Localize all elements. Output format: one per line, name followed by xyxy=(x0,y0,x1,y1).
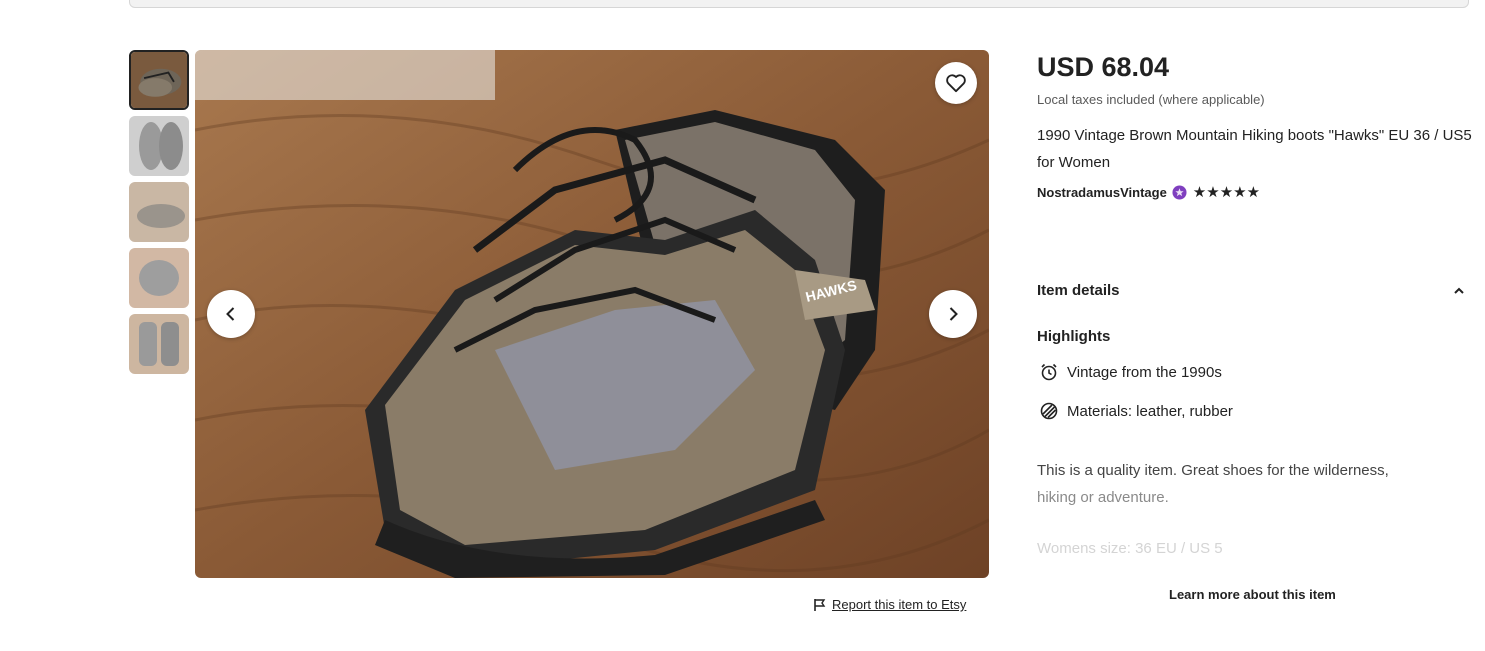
item-details-toggle[interactable]: Item details xyxy=(1037,282,1465,299)
description-line-2: hiking or adventure. xyxy=(1037,489,1169,506)
top-bar xyxy=(129,0,1469,8)
hiking-boots-photo: HAWKS xyxy=(195,50,989,578)
chevron-right-icon xyxy=(949,307,958,321)
chevron-up-icon xyxy=(1454,287,1464,294)
alarm-clock-icon xyxy=(1041,363,1057,381)
materials-icon xyxy=(1040,402,1058,420)
heart-icon xyxy=(946,74,966,93)
size-text: Womens size: 36 EU / US 5 xyxy=(1037,540,1223,557)
item-details-header: Item details xyxy=(1037,282,1120,299)
price: USD 68.04 xyxy=(1037,52,1170,82)
listing-title: 1990 Vintage Brown Mountain Hiking boots… xyxy=(1037,127,1472,171)
star-seller-badge-icon xyxy=(1172,184,1187,200)
rating-stars: ★★★★★ xyxy=(1192,184,1261,201)
highlight-materials-text: Materials: leather, rubber xyxy=(1067,402,1233,420)
chevron-left-icon xyxy=(226,307,235,321)
thumbnail-1[interactable] xyxy=(129,50,189,110)
highlight-vintage: Vintage from the 1990s xyxy=(1039,362,1222,382)
thumbnail-4[interactable] xyxy=(129,248,189,308)
item-description: This is a quality item. Great shoes for … xyxy=(1037,457,1467,511)
next-image-button[interactable] xyxy=(929,290,977,338)
flag-icon xyxy=(814,598,826,611)
main-product-image: HAWKS xyxy=(195,50,989,578)
thumbnail-strip xyxy=(129,50,189,380)
highlight-materials: Materials: leather, rubber xyxy=(1039,401,1233,421)
tax-note: Local taxes included (where applicable) xyxy=(1037,92,1265,107)
highlights-title: Highlights xyxy=(1037,328,1111,345)
shop-info: NostradamusVintage ★★★★★ xyxy=(1037,183,1260,201)
learn-more-button[interactable]: Learn more about this item xyxy=(1169,587,1336,602)
shop-name-link[interactable]: NostradamusVintage xyxy=(1037,185,1167,200)
favorite-button[interactable] xyxy=(935,62,977,104)
previous-image-button[interactable] xyxy=(207,290,255,338)
thumbnail-3[interactable] xyxy=(129,182,189,242)
highlight-vintage-text: Vintage from the 1990s xyxy=(1067,363,1222,381)
thumbnail-2[interactable] xyxy=(129,116,189,176)
report-item-label: Report this item to Etsy xyxy=(832,597,967,612)
description-line-1: This is a quality item. Great shoes for … xyxy=(1037,462,1389,479)
report-item-link[interactable]: Report this item to Etsy xyxy=(813,597,966,612)
thumbnail-5[interactable] xyxy=(129,314,189,374)
